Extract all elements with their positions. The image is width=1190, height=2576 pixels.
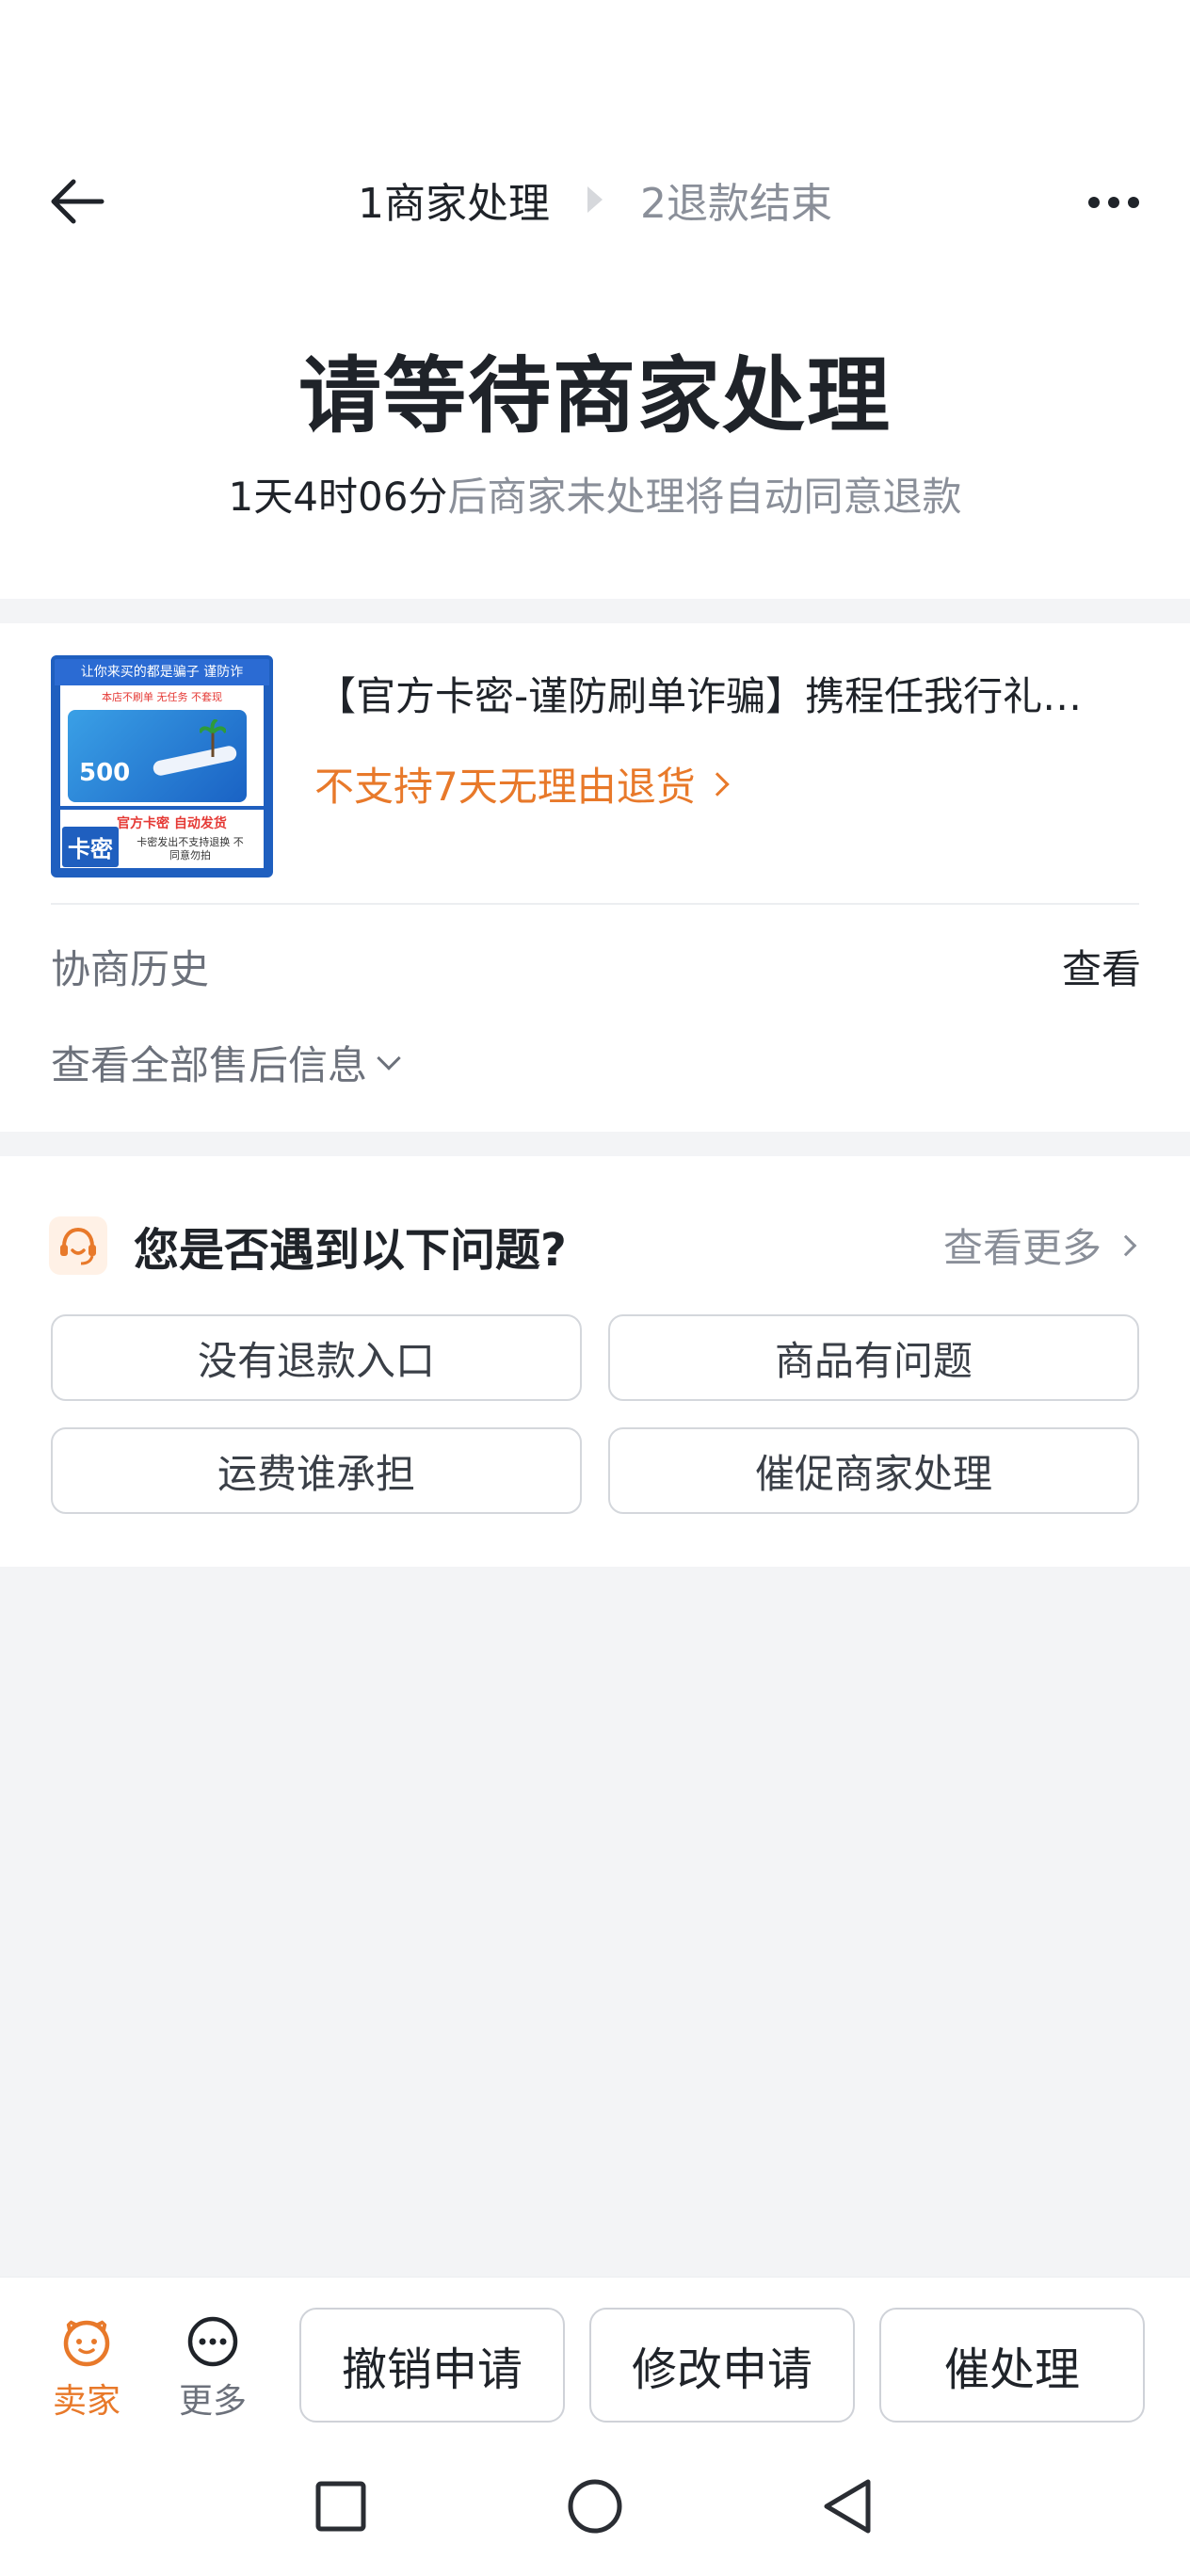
see-more-button[interactable]: 查看更多 — [942, 1216, 1137, 1274]
more-tab[interactable]: 更多 — [166, 2315, 260, 2423]
back-icon[interactable] — [813, 2472, 881, 2540]
product-thumbnail[interactable]: 让你来买的都是骗子 谨防诈骗！！！ 本店不刷单 无任务 不套现 500 官方卡密… — [51, 655, 273, 877]
recent-apps-icon[interactable] — [307, 2472, 375, 2540]
page-title: 请等待商家处理 — [298, 347, 892, 444]
thumb-note: 卡密发出不支持退换 不同意勿拍 — [137, 836, 244, 861]
product-title[interactable]: 【官方卡密-谨防刷单诈骗】携程任我行礼品卡500元 — [316, 665, 1107, 722]
chevron-right-icon — [705, 771, 730, 797]
problems-card: 您是否遇到以下问题? 查看更多 没有退款入口 商品有问题 运费谁承担 催促商家处… — [0, 1156, 1190, 1567]
product-card: 让你来买的都是骗子 谨防诈骗！！！ 本店不刷单 无任务 不套现 500 官方卡密… — [0, 623, 1190, 1132]
countdown-timer: 1天4时06分 — [228, 474, 448, 520]
chevron-right-icon — [1115, 1234, 1137, 1256]
thumb-banner: 让你来买的都是骗子 谨防诈骗！！！ — [55, 659, 269, 706]
urge-merchant-button[interactable]: 催促商家处理 — [608, 1427, 1139, 1514]
more-dots-icon[interactable] — [1071, 179, 1156, 226]
problems-title: 您是否遇到以下问题? — [134, 1224, 567, 1277]
modify-request-button[interactable]: 修改申请 — [589, 2308, 855, 2423]
header: 1商家处理 2退款结束 请等待商家处理 1天4时06分后商家未处理将自动同意退款 — [0, 0, 1190, 599]
divider — [51, 903, 1139, 905]
customer-service-icon — [49, 1216, 107, 1275]
view-all-aftersale-button[interactable]: 查看全部售后信息 — [51, 1034, 401, 1091]
home-icon[interactable] — [561, 2472, 629, 2540]
view-all-aftersale-label: 查看全部售后信息 — [51, 1042, 368, 1088]
step-arrow-icon — [587, 186, 603, 213]
cancel-request-button[interactable]: 撤销申请 — [299, 2308, 565, 2423]
bottom-action-bar: 卖家 更多 撤销申请 修改申请 催处理 — [0, 2277, 1190, 2437]
return-policy-link[interactable]: 不支持7天无理由退货 — [314, 755, 730, 813]
see-more-label: 查看更多 — [942, 1225, 1102, 1271]
progress-steps: 1商家处理 2退款结束 — [0, 169, 1190, 230]
system-nav-bar — [0, 2437, 1190, 2576]
more-circle-icon — [187, 2316, 238, 2367]
product-issue-button[interactable]: 商品有问题 — [608, 1314, 1139, 1401]
gift-card-image: 500 — [68, 710, 247, 802]
urge-processing-button[interactable]: 催处理 — [879, 2308, 1145, 2423]
seller-tab-label: 卖家 — [52, 2382, 121, 2421]
thumb-amount: 500 — [79, 759, 131, 787]
chevron-down-icon — [377, 1045, 401, 1071]
step-merchant-processing: 1商家处理 — [358, 180, 550, 228]
thumb-tag: 卡密 — [62, 827, 119, 867]
seller-tab[interactable]: 卖家 — [40, 2315, 134, 2423]
more-tab-label: 更多 — [178, 2382, 247, 2421]
view-history-button[interactable]: 查看 — [1062, 938, 1141, 995]
step-refund-complete: 2退款结束 — [640, 180, 832, 228]
subtitle-text: 后商家未处理将自动同意退款 — [447, 474, 962, 520]
no-refund-entry-button[interactable]: 没有退款入口 — [51, 1314, 582, 1401]
palm-tree-icon — [200, 719, 226, 757]
refund-status-page: 1商家处理 2退款结束 请等待商家处理 1天4时06分后商家未处理将自动同意退款… — [0, 0, 1190, 2576]
page-subtitle: 1天4时06分后商家未处理将自动同意退款 — [0, 465, 1190, 523]
negotiation-history-label: 协商历史 — [51, 946, 210, 992]
thumb-official-text: 官方卡密 自动发货 — [117, 816, 227, 831]
return-policy-text: 不支持7天无理由退货 — [314, 764, 696, 810]
thumb-red-text: 本店不刷单 无任务 不套现 — [102, 691, 222, 703]
seller-icon — [63, 2319, 110, 2367]
shipping-fee-button[interactable]: 运费谁承担 — [51, 1427, 582, 1514]
